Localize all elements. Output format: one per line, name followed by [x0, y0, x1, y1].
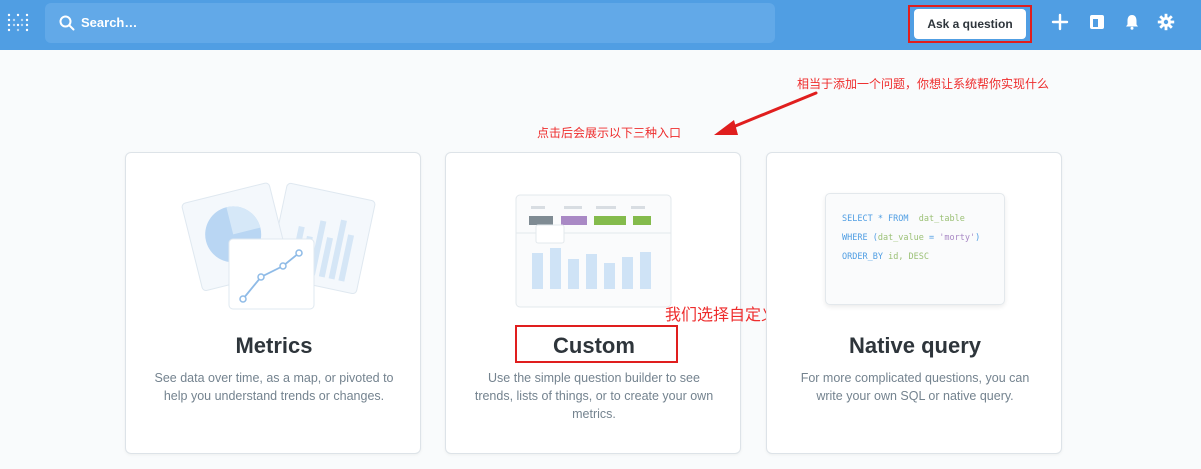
search-input[interactable]: Search… [81, 15, 137, 30]
bell-icon[interactable] [1123, 13, 1141, 31]
card-title-native-query: Native query [848, 333, 982, 358]
search-icon [59, 15, 75, 31]
metabase-logo-icon[interactable] [6, 11, 30, 35]
sql-identifier: id, DESC [888, 252, 930, 262]
plus-icon[interactable] [1051, 13, 1069, 31]
top-navigation-bar: Search… Ask a question [0, 0, 1201, 50]
card-description-metrics: See data over time, as a map, or pivoted… [154, 371, 394, 403]
sql-identifier: dat_table [918, 214, 965, 224]
annotation-arrow [714, 91, 818, 135]
metrics-illustration [181, 182, 376, 310]
search-bar[interactable]: Search… [45, 3, 775, 43]
metrics-option-card[interactable]: Metrics See data over time, as a map, or… [125, 152, 421, 454]
sql-keyword: WHERE ( [842, 233, 878, 243]
sql-line: WHERE (dat_value = 'morty') [842, 229, 988, 248]
sql-keyword: SELECT * FROM [842, 214, 909, 224]
gear-icon[interactable] [1157, 13, 1175, 31]
native-query-option-card[interactable]: SELECT * FROM dat_table WHERE (dat_value… [766, 152, 1062, 454]
sql-string: 'morty' [939, 233, 976, 243]
annotation-three-entries: 点击后会展示以下三种入口 [537, 126, 682, 140]
sql-paren: ) [975, 233, 981, 243]
card-description-native-query: For more complicated questions, you can … [800, 371, 1030, 403]
card-description-custom: Use the simple question builder to see t… [474, 371, 714, 421]
annotation-choose-custom: 我们选择自定义 [665, 305, 778, 324]
dashboard-icon[interactable] [1088, 13, 1106, 31]
sql-identifier: dat_value [877, 233, 924, 243]
sql-line: SELECT * FROM dat_table [842, 210, 988, 229]
ask-question-button[interactable]: Ask a question [914, 9, 1026, 39]
custom-highlight-box [515, 325, 678, 363]
sql-operator: = [923, 233, 940, 243]
sql-code-sample: SELECT * FROM dat_table WHERE (dat_value… [825, 193, 1005, 305]
sql-line: ORDER_BY id, DESC [842, 248, 988, 267]
annotation-ask-question: 相当于添加一个问题，你想让系统帮你实现什么 [797, 77, 1050, 91]
card-title-metrics: Metrics [235, 333, 313, 358]
sql-keyword: ORDER_BY [842, 252, 883, 262]
